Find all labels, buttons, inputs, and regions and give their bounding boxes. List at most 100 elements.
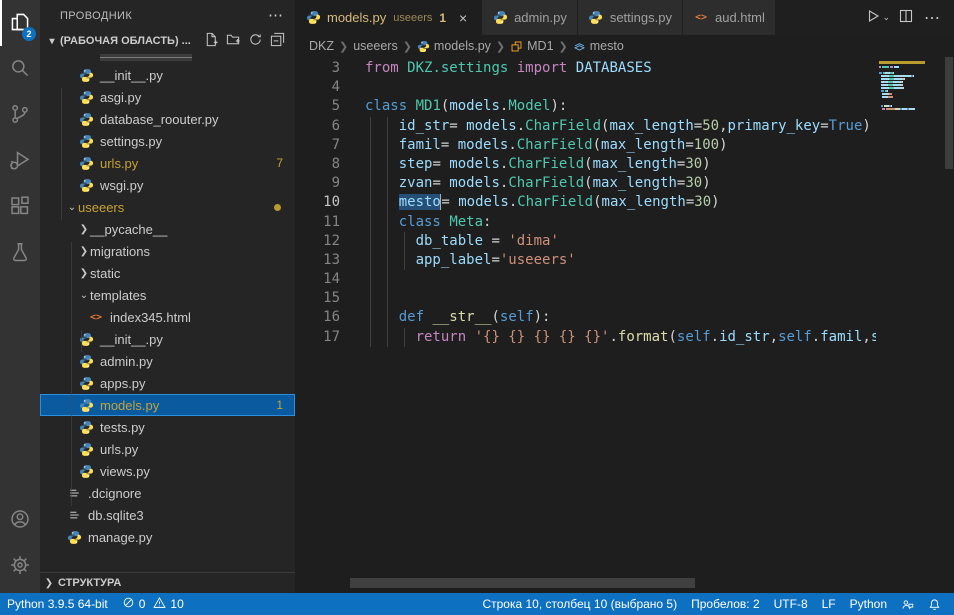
split-editor-button[interactable] (896, 6, 916, 29)
code-line-11[interactable]: 11 class Meta: (295, 213, 876, 232)
minimap-line (879, 96, 943, 98)
tree-file-models-py[interactable]: models.py1 (40, 394, 295, 416)
code-line-13[interactable]: 13 app_label='useeers' (295, 251, 876, 270)
code-line-5[interactable]: 5class MD1(models.Model): (295, 97, 876, 116)
bell-icon[interactable] (921, 593, 948, 615)
activity-item-testing[interactable] (0, 230, 40, 276)
tree-file-db-sqlite3[interactable]: db.sqlite3 (40, 504, 295, 526)
status-language[interactable]: Python (843, 593, 894, 615)
activity-item-extensions[interactable] (0, 184, 40, 230)
activity-item-source-control[interactable] (0, 92, 40, 138)
status-encoding[interactable]: UTF-8 (767, 593, 815, 615)
tree-folder-useeers[interactable]: ⌄useeers (40, 196, 295, 218)
code-token: 100 (694, 137, 719, 153)
tree-file-apps-py[interactable]: apps.py (40, 372, 295, 394)
tree-item-label: admin.py (100, 354, 153, 369)
status-cursor-position[interactable]: Строка 10, столбец 10 (выбрано 5) (475, 593, 684, 615)
tree-folder-templates[interactable]: ⌄templates (40, 284, 295, 306)
close-icon[interactable]: × (455, 10, 471, 26)
code-line-4[interactable]: 4 (295, 78, 876, 97)
indent-guide (370, 193, 371, 212)
tree-file-index345-html[interactable]: <>index345.html (40, 306, 295, 328)
tree-folder-migrations[interactable]: ❯migrations (40, 240, 295, 262)
code-line-6[interactable]: 6 id_str= models.CharField(max_length=50… (295, 117, 876, 136)
new-file-icon[interactable] (204, 32, 219, 50)
code-token: step (399, 156, 433, 172)
more-actions-button[interactable]: ⋯ (920, 8, 944, 28)
tree-file-wsgi-py[interactable]: wsgi.py (40, 174, 295, 196)
activity-item-account[interactable] (0, 497, 40, 543)
tree-file--init-py[interactable]: __init__.py (40, 328, 295, 350)
new-folder-icon[interactable] (226, 32, 241, 50)
code-line-17[interactable]: 17 return '{} {} {} {} {}'.format(self.i… (295, 328, 876, 347)
activity-item-explorer[interactable]: 2 (0, 0, 40, 46)
activity-item-search[interactable] (0, 46, 40, 92)
code-token: id_str (399, 118, 450, 134)
workspace-section-header[interactable]: ▾ (РАБОЧАЯ ОБЛАСТЬ) ... (40, 30, 295, 52)
code-token: CharField (517, 194, 593, 210)
code-token: ) (702, 175, 710, 191)
breadcrumb-item-mesto[interactable]: ❯mesto (554, 39, 624, 53)
tree-item-label: asgi.py (100, 90, 141, 105)
status-eol[interactable]: LF (815, 593, 843, 615)
tab-label: aud.html (715, 10, 765, 25)
horizontal-scrollbar[interactable] (350, 578, 695, 588)
code-line-3[interactable]: 3from DKZ.settings import DATABASES (295, 59, 876, 78)
code-editor[interactable]: 3from DKZ.settings import DATABASES45cla… (295, 57, 954, 593)
tab-settings-py[interactable]: settings.py (578, 0, 683, 35)
tree-file-views-py[interactable]: views.py (40, 460, 295, 482)
breadcrumb-item-models-py[interactable]: ❯models.py (398, 39, 491, 53)
code-token: CharField (508, 175, 584, 191)
breadcrumb-item-md1[interactable]: ❯MD1 (491, 39, 554, 53)
tab-label: models.py (327, 10, 386, 25)
activity-item-settings[interactable] (0, 543, 40, 589)
line-number: 14 (295, 270, 340, 289)
activity-item-run-debug[interactable] (0, 138, 40, 184)
code-line-15[interactable]: 15 (295, 289, 876, 308)
status-problems[interactable]: 010 (115, 593, 191, 615)
tree-file--init-py[interactable]: __init__.py (40, 64, 295, 86)
code-line-14[interactable]: 14 (295, 270, 876, 289)
breadcrumb-item-dkz[interactable]: DKZ (309, 39, 334, 53)
warning-count-icon (153, 596, 170, 612)
tree-file-admin-py[interactable]: admin.py (40, 350, 295, 372)
tree-file-urls-py[interactable]: urls.py (40, 438, 295, 460)
tree-file-tests-py[interactable]: tests.py (40, 416, 295, 438)
collapse-all-icon[interactable] (270, 32, 285, 50)
refresh-icon[interactable] (248, 32, 263, 50)
breadcrumb-item-useeers[interactable]: ❯useeers (334, 39, 398, 53)
outline-section-header[interactable]: ❯ СТРУКТУРА (40, 572, 295, 593)
minimap[interactable] (876, 59, 945, 111)
tree-folder-static[interactable]: ❯static (40, 262, 295, 284)
tree-file-asgi-py[interactable]: asgi.py (40, 86, 295, 108)
code-line-10[interactable]: 10 mesto= models.CharField(max_length=30… (295, 193, 876, 212)
explorer-more-actions-icon[interactable]: ⋯ (268, 6, 283, 24)
code-line-12[interactable]: 12 db_table = 'dima' (295, 232, 876, 251)
code-line-16[interactable]: 16 def __str__(self): (295, 308, 876, 327)
feedback-icon[interactable] (894, 593, 921, 615)
tab-models-py[interactable]: models.pyuseeers1× (295, 0, 482, 35)
tree-file-manage-py[interactable]: manage.py (40, 526, 295, 548)
code-line-7[interactable]: 7 famil= models.CharField(max_length=100… (295, 136, 876, 155)
code-token: = (432, 175, 449, 191)
tree-item-label: settings.py (100, 134, 162, 149)
tree-folder--pycache-[interactable]: ❯__pycache__ (40, 218, 295, 240)
code-token: . (609, 329, 617, 345)
status-python-version[interactable]: Python 3.9.5 64-bit (0, 593, 115, 615)
tree-file-urls-py[interactable]: urls.py7 (40, 152, 295, 174)
vertical-scrollbar[interactable] (945, 57, 953, 169)
code-token: __str__ (432, 309, 491, 325)
tree-file-settings-py[interactable]: settings.py (40, 130, 295, 152)
tree-file-database-roouter-py[interactable]: database_roouter.py (40, 108, 295, 130)
code-line-8[interactable]: 8 step= models.CharField(max_length=30) (295, 155, 876, 174)
status-indentation[interactable]: Пробелов: 2 (684, 593, 767, 615)
tab-aud-html[interactable]: <>aud.html (683, 0, 776, 35)
code-line-9[interactable]: 9 zvan= models.CharField(max_length=30) (295, 174, 876, 193)
indent-guide (370, 232, 371, 251)
code-token: db_table (416, 233, 483, 249)
explorer-title: ПРОВОДНИК (40, 0, 295, 30)
code-token: . (812, 329, 820, 345)
run-button[interactable]: ⌄ (863, 6, 892, 29)
tab-admin-py[interactable]: admin.py (482, 0, 578, 35)
tree-file--dcignore[interactable]: .dcignore (40, 482, 295, 504)
